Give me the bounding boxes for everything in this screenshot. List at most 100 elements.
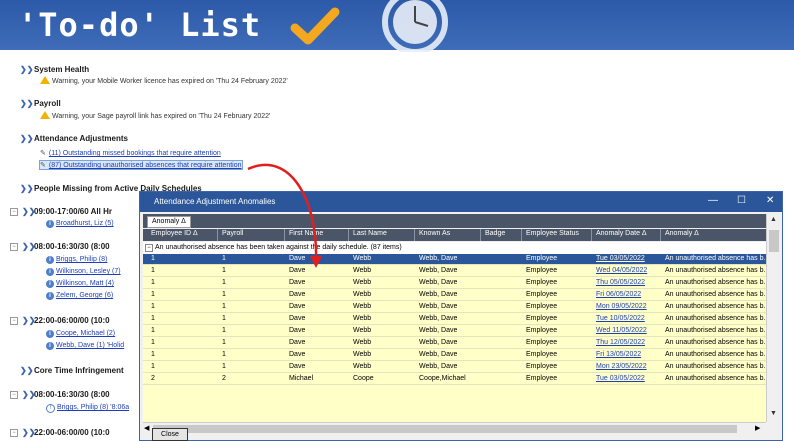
- chevron-collapse-icon[interactable]: ❯❯: [20, 134, 33, 143]
- person-link[interactable]: Briggs, Philip (8) '8:06a: [57, 404, 129, 411]
- warning-icon: [40, 76, 50, 84]
- collapse-toggle[interactable]: −: [10, 208, 18, 216]
- scroll-down-icon[interactable]: ▼: [770, 410, 777, 417]
- person-link[interactable]: Webb, Dave (1) 'Holid: [56, 342, 124, 349]
- list-item[interactable]: i Coope, Michael (2): [46, 330, 115, 338]
- table-row[interactable]: 1 1 Dave Webb Webb, Dave Employee Mon 09/05/20…: [143, 302, 766, 313]
- person-link[interactable]: Wilkinson, Matt (4): [56, 280, 114, 287]
- unauthorised-absences-item[interactable]: ✎ (87) Outstanding unauthorised absences …: [39, 160, 243, 170]
- maximize-icon[interactable]: ☐: [737, 195, 746, 206]
- table-cell[interactable]: Wed 11/05/2022: [596, 327, 647, 334]
- table-cell: 1: [151, 291, 155, 298]
- collapse-toggle[interactable]: −: [10, 429, 18, 437]
- chevron-collapse-icon[interactable]: ❯❯: [20, 184, 33, 193]
- table-cell[interactable]: Thu 05/05/2022: [596, 279, 645, 286]
- column-header[interactable]: Known As: [419, 230, 450, 237]
- column-header[interactable]: Anomaly Δ: [665, 230, 699, 237]
- scroll-thumb[interactable]: [153, 425, 737, 433]
- section-payroll[interactable]: Payroll: [34, 99, 61, 108]
- table-cell[interactable]: Mon 09/05/2022: [596, 303, 647, 310]
- table-cell[interactable]: Mon 23/05/2022: [596, 363, 647, 370]
- table-cell: An unauthorised absence has b...: [665, 291, 766, 298]
- table-cell: Employee: [526, 339, 558, 346]
- table-cell: Coope,Michael: [419, 375, 466, 382]
- list-item[interactable]: i Wilkinson, Matt (4): [46, 280, 114, 288]
- list-item[interactable]: i Webb, Dave (1) 'Holid: [46, 342, 124, 350]
- collapse-toggle[interactable]: −: [10, 391, 18, 399]
- scroll-up-icon[interactable]: ▲: [770, 216, 777, 223]
- table-row[interactable]: 1 1 Dave Webb Webb, Dave Employee Thu 05/05/20…: [143, 278, 766, 289]
- list-item[interactable]: ! Briggs, Philip (8) '8:06a: [46, 404, 129, 413]
- column-header[interactable]: Badge: [485, 230, 505, 237]
- close-button[interactable]: Close: [152, 428, 188, 441]
- table-row[interactable]: 1 1 Dave Webb Webb, Dave Employee Thu 12/05/20…: [143, 338, 766, 349]
- missed-bookings-item[interactable]: ✎ (11) Outstanding missed bookings that r…: [40, 149, 221, 157]
- table-row[interactable]: 2 2 Michael Coope Coope,Michael Employee Tue 0…: [143, 374, 766, 385]
- table-cell[interactable]: Tue 03/05/2022: [596, 375, 645, 382]
- vertical-scrollbar[interactable]: ▲ ▼: [766, 214, 781, 422]
- person-link[interactable]: Zelem, George (6): [56, 292, 113, 299]
- list-item[interactable]: i Wilkinson, Lesley (7): [46, 268, 121, 276]
- missed-bookings-link[interactable]: (11) Outstanding missed bookings that re…: [49, 150, 221, 157]
- table-cell: 2: [222, 375, 226, 382]
- checkmark-icon: [290, 7, 340, 45]
- section-attendance-adjustments[interactable]: Attendance Adjustments: [34, 134, 128, 143]
- info-icon: i: [46, 268, 54, 276]
- table-row[interactable]: 1 1 Dave Webb Webb, Dave Employee Wed 04/05/20…: [143, 266, 766, 277]
- table-cell[interactable]: Tue 10/05/2022: [596, 315, 645, 322]
- schedule-group-label[interactable]: 08:00-16:30/30 (8:00: [34, 390, 110, 399]
- scroll-left-icon[interactable]: ◀: [144, 424, 149, 432]
- column-header[interactable]: Employee ID Δ: [151, 230, 198, 237]
- list-item[interactable]: i Broadhurst, Liz (5): [46, 220, 114, 228]
- pencil-icon: ✎: [40, 150, 46, 157]
- horizontal-scrollbar[interactable]: ◀ ▶: [143, 422, 766, 435]
- collapse-toggle[interactable]: −: [10, 317, 18, 325]
- person-link[interactable]: Broadhurst, Liz (5): [56, 220, 114, 227]
- collapse-toggle[interactable]: −: [10, 243, 18, 251]
- schedule-group-label[interactable]: 22:00-06:00/00 (10:0: [34, 316, 110, 325]
- table-cell: Dave: [289, 303, 306, 310]
- table-row[interactable]: 1 1 Dave Webb Webb, Dave Employee Tue 03/05/20…: [143, 254, 766, 265]
- chevron-collapse-icon[interactable]: ❯❯: [20, 99, 33, 108]
- dialog-titlebar[interactable]: Attendance Adjustment Anomalies — ☐ ✕: [140, 192, 782, 212]
- list-item[interactable]: i Briggs, Philip (8): [46, 256, 107, 264]
- scroll-right-icon[interactable]: ▶: [755, 424, 760, 432]
- section-system-health[interactable]: System Health: [34, 65, 89, 74]
- list-item[interactable]: i Zelem, George (6): [46, 292, 113, 300]
- collapse-toggle[interactable]: −: [145, 244, 153, 252]
- table-cell[interactable]: Wed 04/05/2022: [596, 267, 647, 274]
- table-row[interactable]: 1 1 Dave Webb Webb, Dave Employee Tue 10/05/20…: [143, 314, 766, 325]
- chevron-collapse-icon[interactable]: ❯❯: [20, 366, 33, 375]
- schedule-group-label[interactable]: 09:00-17:00/60 All Hr: [34, 207, 112, 216]
- close-icon[interactable]: ✕: [766, 195, 774, 206]
- table-row[interactable]: 1 1 Dave Webb Webb, Dave Employee Fri 13/05/20…: [143, 350, 766, 361]
- schedule-group-label[interactable]: 08:00-16:30/30 (8:00: [34, 242, 110, 251]
- table-cell[interactable]: Thu 12/05/2022: [596, 339, 645, 346]
- unauthorised-absences-link[interactable]: (87) Outstanding unauthorised absences t…: [49, 162, 242, 169]
- column-header[interactable]: Payroll: [222, 230, 243, 237]
- table-cell[interactable]: Fri 06/05/2022: [596, 291, 641, 298]
- column-header[interactable]: Employee Status: [526, 230, 579, 237]
- group-chip-anomaly[interactable]: Anomaly Δ: [147, 216, 191, 228]
- person-link[interactable]: Wilkinson, Lesley (7): [56, 268, 121, 275]
- person-link[interactable]: Coope, Michael (2): [56, 330, 115, 337]
- group-row[interactable]: − An unauthorised absence has been taken…: [143, 242, 766, 254]
- person-link[interactable]: Briggs, Philip (8): [56, 256, 107, 263]
- minimize-icon[interactable]: —: [708, 195, 718, 206]
- table-cell: Employee: [526, 351, 558, 358]
- column-header[interactable]: Last Name: [353, 230, 387, 237]
- table-cell[interactable]: Tue 03/05/2022: [596, 255, 645, 262]
- schedule-group-label[interactable]: 22:00-06:00/00 (10:0: [34, 428, 110, 437]
- column-header[interactable]: Anomaly Date Δ: [596, 230, 647, 237]
- table-cell: Dave: [289, 291, 306, 298]
- scroll-thumb[interactable]: [769, 230, 779, 252]
- section-core-time-infringement[interactable]: Core Time Infringement: [34, 366, 124, 375]
- table-cell[interactable]: Fri 13/05/2022: [596, 351, 641, 358]
- table-row[interactable]: 1 1 Dave Webb Webb, Dave Employee Wed 11/05/20…: [143, 326, 766, 337]
- table-row[interactable]: 1 1 Dave Webb Webb, Dave Employee Mon 23/05/20…: [143, 362, 766, 373]
- table-cell: Webb: [353, 291, 372, 298]
- table-row[interactable]: 1 1 Dave Webb Webb, Dave Employee Fri 06/05/20…: [143, 290, 766, 301]
- chevron-collapse-icon[interactable]: ❯❯: [20, 65, 33, 74]
- column-header[interactable]: First Name: [289, 230, 323, 237]
- table-cell: 1: [151, 351, 155, 358]
